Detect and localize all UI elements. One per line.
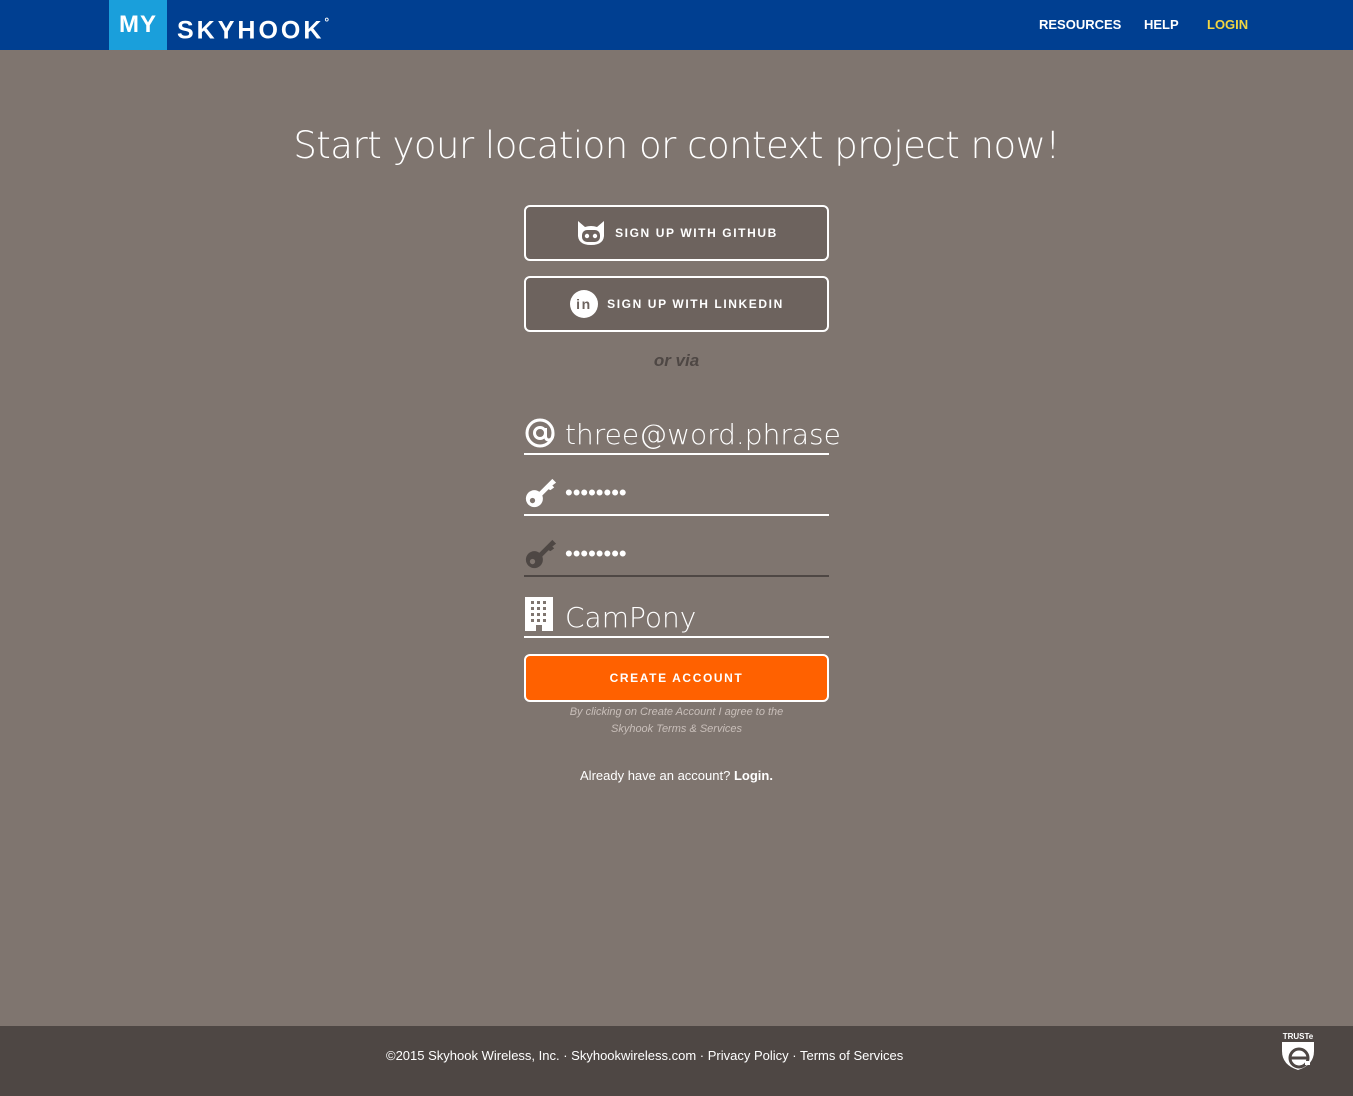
at-icon: [524, 415, 558, 449]
footer-separator: ·: [559, 1048, 572, 1063]
key-icon: [524, 476, 558, 510]
key-icon: [524, 537, 558, 571]
signup-github-label: SIGN UP WITH GITHUB: [615, 226, 778, 240]
confirm-password-underline: [524, 575, 829, 577]
logo-skyhook-text: SKYHOOK: [177, 16, 325, 45]
footer-terms-link[interactable]: Terms of Services: [800, 1048, 903, 1063]
email-field[interactable]: three@word.phrase: [524, 411, 841, 455]
logo-skyhook-mark: °: [324, 15, 330, 29]
footer-separator: ·: [696, 1048, 708, 1063]
password-field[interactable]: ••••••••: [524, 472, 829, 516]
password-underline: [524, 514, 829, 516]
signup-linkedin-button[interactable]: in SIGN UP WITH LINKEDIN: [524, 276, 829, 332]
confirm-password-field[interactable]: ••••••••: [524, 533, 829, 577]
footer: ©2015 Skyhook Wireless, Inc. · Skyhookwi…: [0, 1026, 1353, 1096]
top-navbar: MY SKYHOOK° RESOURCES HELP LOGIN: [0, 0, 1353, 50]
footer-privacy-link[interactable]: Privacy Policy: [708, 1048, 789, 1063]
footer-separator: ·: [788, 1048, 800, 1063]
footer-copyright: ©2015 Skyhook Wireless, Inc.: [386, 1048, 560, 1063]
or-via-divider: or via: [653, 351, 700, 370]
building-icon: [524, 597, 558, 632]
terms-line-2[interactable]: Skyhook Terms & Services: [524, 721, 829, 738]
terms-notice: By clicking on Create Account I agree to…: [524, 704, 829, 738]
signup-linkedin-label: SIGN UP WITH LINKEDIN: [607, 297, 784, 311]
company-underline: [524, 636, 829, 638]
company-field[interactable]: CamPony: [524, 594, 829, 638]
already-have-account: Already have an account? Login.: [0, 768, 1353, 783]
create-account-button[interactable]: CREATE ACCOUNT: [524, 654, 829, 702]
nav-resources[interactable]: RESOURCES: [1039, 0, 1121, 50]
truste-badge[interactable]: TRUSTe: [1280, 1032, 1316, 1072]
terms-line-1: By clicking on Create Account I agree to…: [569, 706, 784, 718]
nav-help[interactable]: HELP: [1144, 0, 1179, 50]
login-link[interactable]: Login.: [734, 768, 773, 783]
company-value[interactable]: CamPony: [565, 601, 696, 634]
already-text: Already have an account?: [580, 768, 731, 783]
github-octocat-icon: [575, 219, 607, 247]
email-underline: [524, 453, 829, 455]
logo-skyhook[interactable]: SKYHOOK°: [177, 11, 330, 44]
nav-login[interactable]: LOGIN: [1207, 0, 1248, 50]
linkedin-icon: in: [569, 289, 599, 319]
page-headline: Start your location or context project n…: [293, 124, 1060, 167]
confirm-password-value[interactable]: ••••••••: [565, 541, 627, 567]
truste-seal-icon: [1282, 1042, 1314, 1070]
truste-label: TRUSTe: [1282, 1032, 1314, 1041]
signup-github-button[interactable]: SIGN UP WITH GITHUB: [524, 205, 829, 261]
footer-site-link[interactable]: Skyhookwireless.com: [571, 1048, 696, 1063]
password-value[interactable]: ••••••••: [565, 480, 627, 506]
linkedin-icon-text: in: [576, 296, 592, 312]
email-value[interactable]: three@word.phrase: [565, 418, 841, 451]
footer-links: ©2015 Skyhook Wireless, Inc. · Skyhookwi…: [386, 1048, 903, 1063]
logo-my[interactable]: MY: [109, 0, 167, 50]
